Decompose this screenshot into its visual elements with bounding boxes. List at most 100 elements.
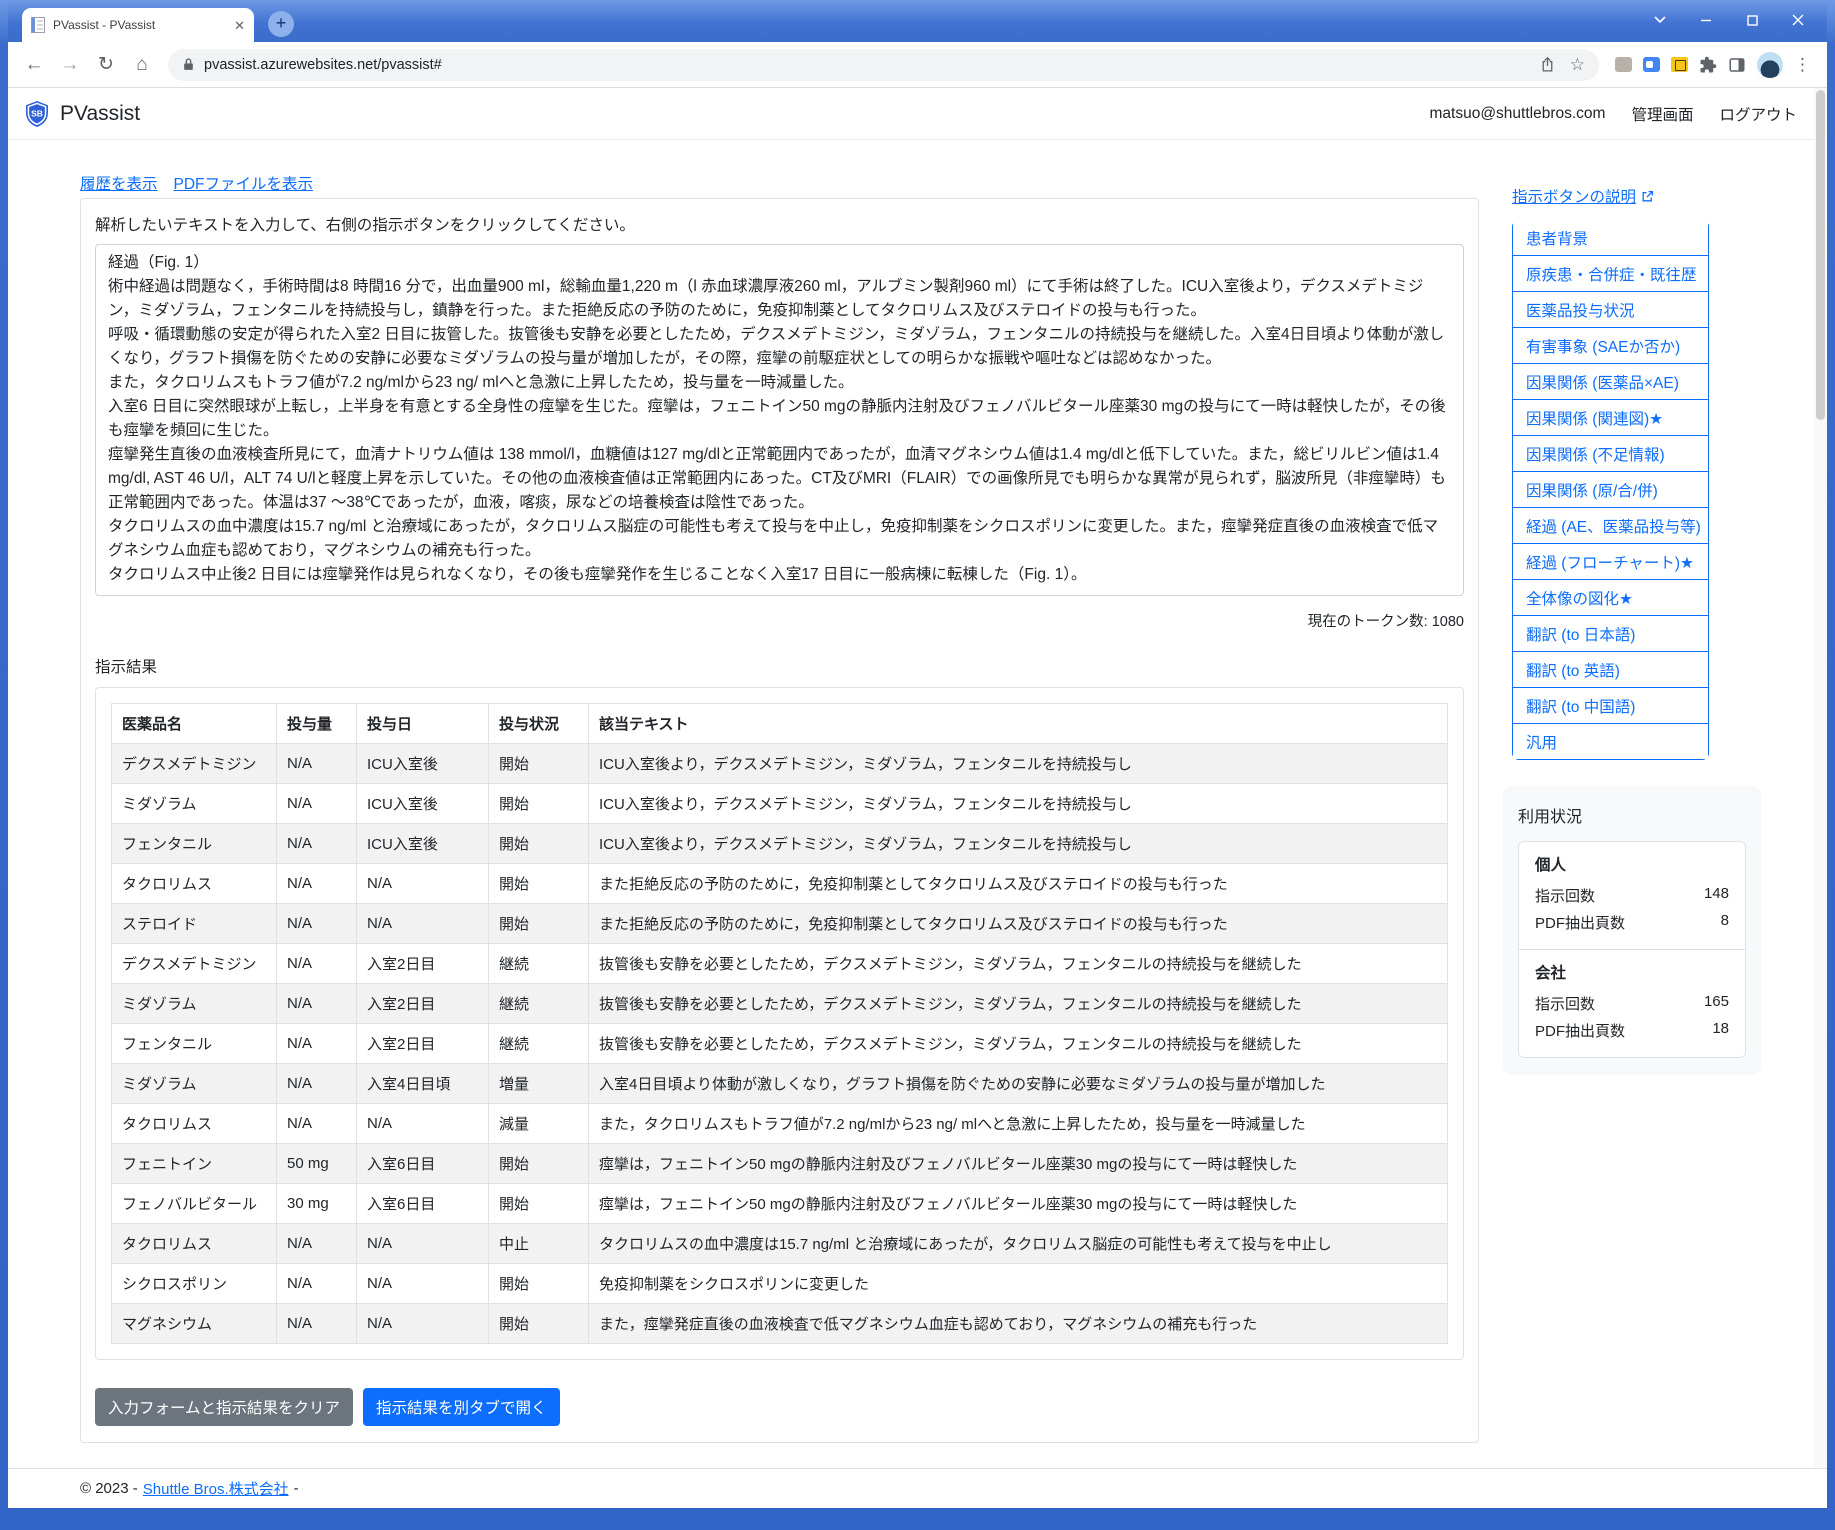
token-count: 現在のトークン数: 1080 — [1307, 614, 1464, 630]
instruction-help-link[interactable]: 指示ボタンの説明 — [1512, 185, 1654, 207]
close-button[interactable] — [1775, 0, 1821, 40]
show-pdf-link[interactable]: PDFファイルを表示 — [174, 172, 314, 194]
date-cell: 入室2日目 — [356, 1023, 489, 1064]
dose-cell: N/A — [276, 743, 357, 784]
instruction-button[interactable]: 因果関係 (原/合/併) — [1512, 471, 1709, 508]
browser-menu-icon[interactable]: ⋮ — [1794, 55, 1811, 75]
table-header-row: 医薬品名 投与量 投与日 投与状況 該当テキスト — [111, 703, 1448, 744]
copyright-suffix: - — [293, 1480, 299, 1497]
status-cell: 開始 — [488, 863, 589, 904]
date-cell: N/A — [356, 1103, 489, 1144]
instruction-button[interactable]: 医薬品投与状況 — [1512, 291, 1709, 328]
home-icon[interactable]: ⌂ — [126, 49, 158, 81]
page-scrollbar[interactable] — [1814, 88, 1827, 1468]
drug-name-cell: フェニトイン — [111, 1143, 277, 1184]
scrollbar-thumb[interactable] — [1816, 90, 1825, 420]
user-email: matsuo@shuttlebros.com — [1429, 104, 1606, 122]
date-cell: 入室6日目 — [356, 1143, 489, 1184]
table-row: シクロスポリン N/A N/A 開始 免疫抑制薬をシクロスポリンに変更した — [111, 1263, 1448, 1304]
minimize-button[interactable] — [1683, 0, 1729, 40]
source-text-cell: 抜管後も安静を必要としたため，デクスメデトミジン，ミダゾラム，フェンタニルの持続… — [588, 943, 1448, 984]
external-link-icon — [1642, 190, 1654, 201]
dose-cell: N/A — [276, 1303, 357, 1344]
col-status: 投与状況 — [488, 703, 589, 744]
show-history-link[interactable]: 履歴を表示 — [80, 172, 158, 194]
source-text-cell: 痙攣は，フェニトイン50 mgの静脈内注射及びフェノバルビタール座薬30 mgの… — [588, 1143, 1448, 1184]
instruction-text: 解析したいテキストを入力して、右側の指示ボタンをクリックしてください。 — [95, 217, 635, 234]
analysis-text-input[interactable]: 経過（Fig. 1） 術中経過は問題なく，手術時間は8 時間16 分で，出血量9… — [95, 244, 1464, 596]
company-link[interactable]: Shuttle Bros.株式会社 — [143, 1478, 289, 1499]
instruction-button[interactable]: 全体像の図化★ — [1512, 579, 1709, 616]
instruction-button[interactable]: 経過 (AE、医薬品投与等) — [1512, 507, 1709, 544]
forward-icon[interactable]: → — [54, 49, 86, 81]
url-text: pvassist.azurewebsites.net/pvassist# — [204, 56, 442, 73]
dose-cell: N/A — [276, 1023, 357, 1064]
col-source-text: 該当テキスト — [588, 703, 1448, 744]
usage-personal-label: 個人 — [1535, 857, 1567, 874]
instruction-button[interactable]: 有害事象 (SAEか否か) — [1512, 327, 1709, 364]
dose-cell: N/A — [276, 823, 357, 864]
dose-cell: N/A — [276, 943, 357, 984]
browser-tab[interactable]: PVassist - PVassist ✕ — [22, 8, 254, 42]
instruction-button[interactable]: 原疾患・合併症・既往歴 — [1512, 255, 1709, 292]
status-cell: 開始 — [488, 1183, 589, 1224]
date-cell: N/A — [356, 1223, 489, 1264]
address-bar[interactable]: pvassist.azurewebsites.net/pvassist# ☆ — [168, 48, 1599, 81]
instruction-button[interactable]: 患者背景 — [1512, 220, 1709, 256]
share-icon[interactable] — [1539, 56, 1556, 73]
instruction-button[interactable]: 汎用 — [1512, 723, 1709, 760]
table-row: タクロリムス N/A N/A 開始 また拒絶反応の予防のために，免疫抑制薬として… — [111, 863, 1448, 904]
profile-avatar[interactable] — [1757, 51, 1783, 78]
admin-link[interactable]: 管理画面 — [1631, 103, 1693, 125]
instruction-button[interactable]: 因果関係 (医薬品×AE) — [1512, 363, 1709, 400]
extension-icon-blue[interactable] — [1643, 57, 1660, 72]
logout-link[interactable]: ログアウト — [1719, 103, 1797, 125]
results-table: 医薬品名 投与量 投与日 投与状況 該当テキスト デクスメデトミジン N/A I… — [111, 703, 1448, 1344]
instruction-button[interactable]: 翻訳 (to 英語) — [1512, 651, 1709, 688]
table-row: ステロイド N/A N/A 開始 また拒絶反応の予防のために，免疫抑制薬としてタ… — [111, 903, 1448, 944]
maximize-button[interactable] — [1729, 0, 1775, 40]
drug-name-cell: シクロスポリン — [111, 1263, 277, 1304]
table-row: フェンタニル N/A 入室2日目 継続 抜管後も安静を必要としたため，デクスメデ… — [111, 1023, 1448, 1064]
usage-title: 利用状況 — [1518, 809, 1583, 826]
drug-name-cell: タクロリムス — [111, 863, 277, 904]
dose-cell: 30 mg — [276, 1183, 357, 1224]
dose-cell: N/A — [276, 1103, 357, 1144]
new-tab-button[interactable]: + — [268, 11, 294, 37]
instruction-button[interactable]: 翻訳 (to 中国語) — [1512, 687, 1709, 724]
top-links: 履歴を表示 PDFファイルを表示 — [80, 172, 313, 194]
instruction-button[interactable]: 因果関係 (関連図)★ — [1512, 399, 1709, 436]
dose-cell: N/A — [276, 1263, 357, 1304]
drug-name-cell: フェノバルビタール — [111, 1183, 277, 1224]
usage-company-label: 会社 — [1535, 965, 1567, 982]
browser-window: PVassist - PVassist ✕ + ← → ↻ ⌂ pvassist… — [8, 0, 1827, 1508]
instruction-button[interactable]: 翻訳 (to 日本語) — [1512, 615, 1709, 652]
status-cell: 開始 — [488, 903, 589, 944]
table-row: ミダゾラム N/A 入室2日目 継続 抜管後も安静を必要としたため，デクスメデト… — [111, 983, 1448, 1024]
dose-cell: N/A — [276, 863, 357, 904]
extensions-puzzle-icon[interactable] — [1699, 56, 1717, 74]
col-drug-name: 医薬品名 — [111, 703, 277, 744]
status-cell: 減量 — [488, 1103, 589, 1144]
side-panel-icon[interactable] — [1728, 56, 1746, 74]
bookmark-star-icon[interactable]: ☆ — [1570, 55, 1585, 75]
dose-cell: 50 mg — [276, 1143, 357, 1184]
date-cell: 入室2日目 — [356, 943, 489, 984]
browser-titlebar: PVassist - PVassist ✕ + — [8, 0, 1827, 42]
tab-search-icon[interactable] — [1637, 0, 1683, 40]
table-row: ミダゾラム N/A 入室4日目頃 増量 入室4日目頃より体動が激しくなり，グラフ… — [111, 1063, 1448, 1104]
date-cell: N/A — [356, 1263, 489, 1304]
open-results-tab-button[interactable]: 指示結果を別タブで開く — [363, 1388, 560, 1426]
clear-form-button[interactable]: 入力フォームと指示結果をクリア — [95, 1388, 354, 1426]
status-cell: 開始 — [488, 783, 589, 824]
back-icon[interactable]: ← — [18, 49, 50, 81]
instruction-button[interactable]: 因果関係 (不足情報) — [1512, 435, 1709, 472]
source-text-cell: ICU入室後より，デクスメデトミジン，ミダゾラム，フェンタニルを持続投与し — [588, 743, 1448, 784]
window-controls — [1637, 0, 1821, 40]
tab-close-icon[interactable]: ✕ — [234, 19, 245, 32]
instruction-button[interactable]: 経過 (フローチャート)★ — [1512, 543, 1709, 580]
date-cell: N/A — [356, 863, 489, 904]
extension-icon-gray[interactable] — [1615, 57, 1632, 72]
reload-icon[interactable]: ↻ — [90, 49, 122, 81]
extension-icon-yellow[interactable] — [1671, 57, 1688, 72]
